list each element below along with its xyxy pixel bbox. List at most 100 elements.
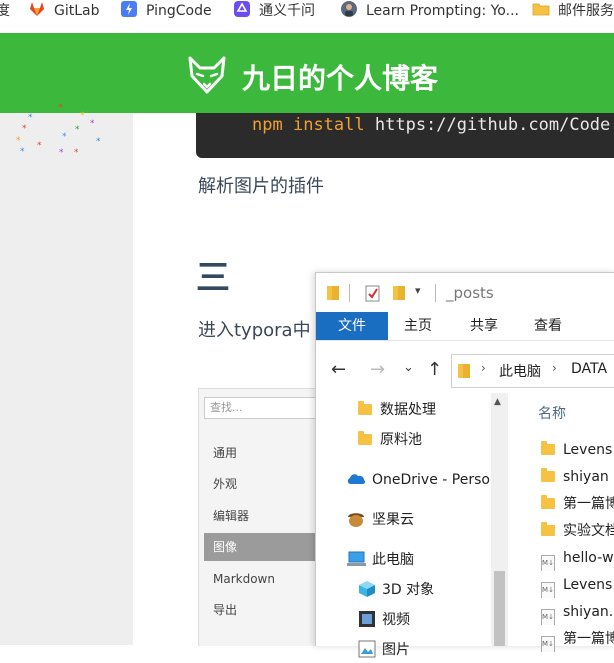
chevron-down-icon[interactable]: ▾: [415, 284, 421, 297]
paragraph: 进入typora中: [198, 320, 311, 341]
folder-icon: [541, 441, 555, 455]
forward-arrow-icon[interactable]: →: [370, 359, 385, 380]
file-row-folder[interactable]: 实验文档: [541, 518, 614, 544]
folder-icon: [541, 495, 555, 509]
folder-icon: [458, 364, 470, 378]
nav-item-pictures[interactable]: 图片: [358, 637, 410, 663]
tab-share[interactable]: 共享: [458, 312, 510, 340]
file-row-folder[interactable]: Levens: [541, 437, 614, 463]
3d-objects-icon: [359, 581, 375, 597]
scroll-up-arrow-icon[interactable]: ▲: [494, 397, 501, 407]
bookmark-gitlab[interactable]: GitLab: [28, 0, 100, 22]
folder-icon: [358, 401, 372, 415]
bookmark-label: PingCode: [146, 3, 212, 19]
blog-title[interactable]: 九日的个人博客: [242, 57, 438, 97]
fox-logo-icon: [188, 56, 226, 94]
sparkle-decoration: *: [80, 111, 85, 121]
code-url: https://github.com/Code: [374, 115, 611, 135]
breadcrumb-separator-icon: ›: [481, 361, 486, 375]
pingcode-icon: [121, 1, 137, 17]
bookmarks-bar: 度 GitLab PingCode 通义千问 Learn Prompting: …: [0, 0, 614, 34]
file-row-folder[interactable]: 第一篇博: [541, 491, 614, 517]
markdown-file-icon: M↓: [541, 555, 555, 571]
file-list: 名称 Levens shiyan 第一篇博 实验文档 M↓ hello-w M↓ L…: [524, 393, 614, 652]
markdown-file-icon: M↓: [541, 636, 555, 652]
sparkle-decoration: *: [16, 136, 21, 146]
ribbon-tabs: 文件 主页 共享 查看: [316, 312, 614, 341]
markdown-file-icon: M↓: [541, 609, 555, 625]
bookmark-pingcode[interactable]: PingCode: [120, 0, 212, 22]
sparkle-decoration: *: [75, 125, 80, 135]
divider: [349, 284, 350, 302]
bookmark-tongyi[interactable]: 通义千问: [233, 0, 315, 22]
folder-icon: [358, 431, 372, 445]
nav-item-data-processing[interactable]: 数据处理: [358, 397, 436, 423]
navigation-pane: 数据处理 原料池 OneDrive - Perso 坚果云 此电脑 3D 对象 …: [316, 393, 511, 658]
sidebar-background: * * * * * * * * * * * * *: [0, 104, 133, 645]
address-bar[interactable]: › 此电脑 › DATA: [451, 354, 614, 388]
scrollbar-thumb[interactable]: [494, 571, 505, 646]
paragraph: 解析图片的插件: [198, 176, 324, 197]
window-title: _posts: [446, 284, 494, 302]
back-arrow-icon[interactable]: ←: [331, 359, 346, 380]
prefs-search-input[interactable]: 查找...: [204, 397, 321, 419]
file-row-markdown[interactable]: M↓ Levens: [541, 572, 614, 598]
file-row-markdown[interactable]: M↓ hello-w: [541, 545, 614, 571]
tongyi-icon: [234, 1, 250, 17]
sparkle-decoration: *: [22, 124, 27, 134]
bookmark-label: 通义千问: [259, 3, 315, 19]
bookmark-partial[interactable]: 度: [0, 0, 10, 22]
gitlab-icon: [30, 2, 44, 16]
nav-item-onedrive[interactable]: OneDrive - Perso: [346, 467, 491, 493]
sparkle-decoration: *: [58, 103, 63, 113]
code-block: npm install https://github.com/Code: [196, 113, 614, 158]
bookmark-learn-prompting[interactable]: Learn Prompting: Yo...: [340, 0, 519, 22]
sparkle-decoration: *: [62, 132, 67, 142]
markdown-file-icon: M↓: [541, 582, 555, 598]
nav-item-3d-objects[interactable]: 3D 对象: [358, 577, 434, 603]
folder-icon: [532, 3, 550, 16]
bookmark-label: Learn Prompting: Yo...: [366, 3, 519, 19]
video-icon: [359, 611, 375, 627]
file-explorer-window: ▾ _posts 文件 主页 共享 查看 ← → ⌄ ↑ › 此电脑 › DAT…: [315, 272, 614, 658]
bookmark-label: 度: [0, 3, 10, 19]
new-folder-icon[interactable]: [392, 285, 406, 301]
bookmark-folder-mail[interactable]: 邮件服务: [532, 0, 614, 22]
tab-file[interactable]: 文件: [316, 312, 388, 340]
sparkle-decoration: *: [28, 113, 33, 123]
sparkle-decoration: *: [96, 137, 101, 147]
bookmark-label: GitLab: [54, 3, 100, 19]
code-subcommand: install: [292, 115, 365, 135]
sparkle-decoration: *: [90, 119, 95, 129]
up-arrow-icon[interactable]: ↑: [427, 359, 442, 380]
breadcrumb-this-pc[interactable]: 此电脑: [499, 361, 541, 381]
column-header-name[interactable]: 名称: [538, 403, 566, 423]
file-row-markdown[interactable]: M↓ 第一篇博: [541, 626, 614, 652]
recent-locations-chevron-icon[interactable]: ⌄: [403, 360, 414, 375]
nav-item-this-pc[interactable]: 此电脑: [346, 547, 414, 573]
file-row-markdown[interactable]: M↓ shiyan.: [541, 599, 614, 625]
folder-icon: [541, 522, 555, 536]
properties-check-icon[interactable]: [365, 284, 381, 302]
nav-item-jianguoyun[interactable]: 坚果云: [346, 507, 414, 533]
pictures-icon: [358, 640, 376, 658]
file-row-folder[interactable]: shiyan: [541, 464, 614, 490]
jianguoyun-icon: [348, 513, 364, 527]
bookmark-label: 邮件服务: [558, 3, 614, 19]
code-line: npm install https://github.com/Code: [252, 115, 610, 135]
sparkle-decoration: *: [37, 141, 42, 151]
tab-home[interactable]: 主页: [392, 312, 444, 340]
breadcrumb-separator-icon: ›: [552, 361, 557, 375]
tab-view[interactable]: 查看: [522, 312, 574, 340]
quick-access-toolbar: ▾ _posts: [316, 273, 614, 312]
folder-icon: [327, 286, 339, 300]
nav-item-material-pool[interactable]: 原料池: [358, 427, 422, 453]
computer-icon: [347, 551, 366, 566]
onedrive-icon: [347, 474, 366, 484]
nav-item-videos[interactable]: 视频: [358, 607, 410, 633]
section-heading: 三: [196, 258, 230, 298]
breadcrumb-data[interactable]: DATA: [571, 361, 607, 377]
address-bar-row: ← → ⌄ ↑ › 此电脑 › DATA: [316, 341, 614, 399]
sparkle-decoration: *: [59, 148, 64, 158]
folder-icon: [541, 468, 555, 482]
